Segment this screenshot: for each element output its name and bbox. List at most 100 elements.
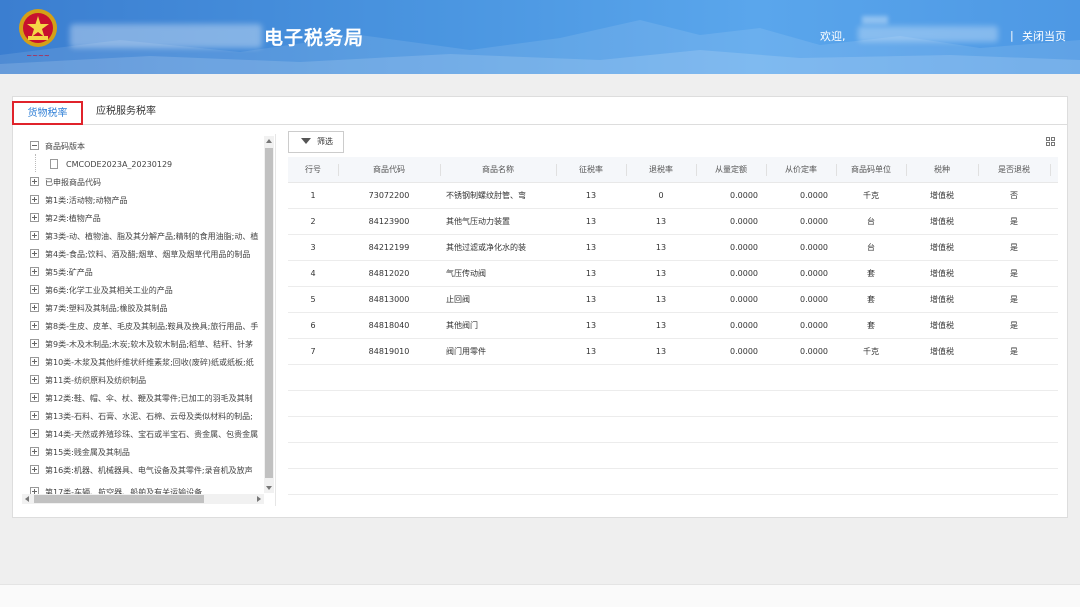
expand-icon[interactable] bbox=[30, 375, 39, 384]
tab-goods-tax-rate[interactable]: 货物税率 bbox=[12, 101, 83, 125]
table-row bbox=[288, 469, 1058, 495]
scroll-up-icon[interactable] bbox=[266, 139, 272, 143]
tree-item-label: 第3类-动、植物油、脂及其分解产品;精制的食用油脂;动、植 bbox=[45, 232, 259, 241]
tax-rate-table: 行号 商品代码 商品名称 征税率 退税率 从量定额 从价定率 商品码单位 税种 … bbox=[288, 157, 1058, 507]
cell-name: 不锈钢制螺纹肘管、弯 bbox=[446, 191, 526, 200]
col-header-line-no[interactable]: 行号 bbox=[288, 157, 338, 183]
tree-item[interactable]: 第13类-石料、石膏、水泥、石棉、云母及类似材料的制品; bbox=[30, 408, 253, 426]
table-row[interactable]: 5 84813000 止回阀 13 13 0.0000 0.0000 套 增值税 是 bbox=[288, 287, 1058, 313]
cell-refund-rate: 0 bbox=[658, 191, 664, 200]
tree-version-node[interactable]: CMCODE2023A_20230129 bbox=[50, 156, 172, 174]
tree-item-label: 第14类-天然或养殖珍珠、宝石或半宝石、贵金属、包贵金属 bbox=[45, 430, 259, 439]
tree-item[interactable]: 第11类-纺织原料及纺织制品 bbox=[30, 372, 146, 390]
tree-root[interactable]: 商品码版本 bbox=[30, 138, 85, 156]
cell-ad-valorem-rate: 0.0000 bbox=[800, 295, 828, 304]
table-row bbox=[288, 443, 1058, 469]
close-page-link[interactable]: 关闭当页 bbox=[1022, 28, 1066, 44]
tree-item-label: 第7类:塑料及其制品;橡胶及其制品 bbox=[45, 304, 168, 313]
scroll-right-icon[interactable] bbox=[257, 496, 261, 502]
scroll-left-icon[interactable] bbox=[25, 496, 29, 502]
table-row[interactable]: 7 84819010 阀门用零件 13 13 0.0000 0.0000 千克 增值税 是 bbox=[288, 339, 1058, 365]
tree-item[interactable]: 第9类-木及木制品;木炭;软木及软木制品;稻草、秸秆、针茅 bbox=[30, 336, 253, 354]
col-header-refund-rate[interactable]: 退税率 bbox=[626, 157, 696, 183]
scrollbar-thumb[interactable] bbox=[34, 495, 204, 503]
expand-icon[interactable] bbox=[30, 195, 39, 204]
table-row[interactable]: 6 84818040 其他阀门 13 13 0.0000 0.0000 套 增值税 是 bbox=[288, 313, 1058, 339]
expand-icon[interactable] bbox=[30, 357, 39, 366]
cell-unit: 千克 bbox=[863, 191, 879, 200]
tree-item[interactable]: 第7类:塑料及其制品;橡胶及其制品 bbox=[30, 300, 167, 318]
redacted-bureau-name bbox=[70, 24, 262, 48]
col-header-specific-quota[interactable]: 从量定额 bbox=[696, 157, 766, 183]
cell-line-no: 7 bbox=[310, 347, 316, 356]
col-header-ad-valorem-rate[interactable]: 从价定率 bbox=[766, 157, 836, 183]
cell-levy-rate: 13 bbox=[585, 347, 597, 356]
tree-item[interactable]: 第15类:贱金属及其制品 bbox=[30, 444, 130, 462]
expand-icon[interactable] bbox=[30, 411, 39, 420]
tree-item[interactable]: 第12类:鞋、帽、伞、杖、鞭及其零件;已加工的羽毛及其制 bbox=[30, 390, 253, 408]
col-header-name[interactable]: 商品名称 bbox=[440, 157, 556, 183]
tree-item[interactable]: 第4类-食品;饮料、酒及醋;烟草、烟草及烟草代用品的制品 bbox=[30, 246, 250, 264]
cell-levy-rate: 13 bbox=[585, 295, 597, 304]
tree-item[interactable]: 第10类-木浆及其他纤维状纤维素浆;回收(废碎)纸或纸板;纸 bbox=[30, 354, 254, 372]
expand-icon[interactable] bbox=[30, 465, 39, 474]
expand-icon[interactable] bbox=[30, 429, 39, 438]
cell-is-refund: 是 bbox=[1010, 217, 1018, 226]
funnel-icon bbox=[301, 137, 311, 144]
cell-line-no: 2 bbox=[310, 217, 316, 226]
cell-tax-type: 增值税 bbox=[930, 217, 954, 226]
collapse-icon[interactable] bbox=[30, 141, 39, 150]
expand-icon[interactable] bbox=[30, 285, 39, 294]
tree-item-label: 第6类:化学工业及其相关工业的产品 bbox=[45, 286, 173, 295]
tab-service-tax-rate[interactable]: 应税服务税率 bbox=[86, 101, 166, 125]
table-row[interactable]: 4 84812020 气压传动阀 13 13 0.0000 0.0000 套 增值税 是 bbox=[288, 261, 1058, 287]
cell-name: 气压传动阀 bbox=[446, 269, 486, 278]
table-row[interactable]: 1 73072200 不锈钢制螺纹肘管、弯 13 0 0.0000 0.0000 千克 增值税 否 bbox=[288, 183, 1058, 209]
tree-item[interactable]: 已申报商品代码 bbox=[30, 174, 101, 192]
expand-icon[interactable] bbox=[30, 249, 39, 258]
expand-icon[interactable] bbox=[30, 213, 39, 222]
tree-item[interactable]: 第3类-动、植物油、脂及其分解产品;精制的食用油脂;动、植 bbox=[30, 228, 258, 246]
tree-item[interactable]: 第16类:机器、机械器具、电气设备及其零件;录音机及放声 bbox=[30, 462, 253, 480]
expand-icon[interactable] bbox=[30, 393, 39, 402]
cell-unit: 套 bbox=[867, 295, 875, 304]
col-header-unit[interactable]: 商品码单位 bbox=[836, 157, 906, 183]
cell-is-refund: 是 bbox=[1010, 243, 1018, 252]
expand-icon[interactable] bbox=[30, 339, 39, 348]
expand-icon[interactable] bbox=[30, 267, 39, 276]
cell-refund-rate: 13 bbox=[655, 243, 667, 252]
table-row bbox=[288, 391, 1058, 417]
cell-code: 84819010 bbox=[368, 347, 410, 356]
cell-is-refund: 是 bbox=[1010, 269, 1018, 278]
tree-horizontal-scrollbar[interactable] bbox=[22, 494, 264, 504]
expand-icon[interactable] bbox=[30, 303, 39, 312]
tree-item[interactable]: 第1类:活动物;动物产品 bbox=[30, 192, 127, 210]
scroll-down-icon[interactable] bbox=[266, 486, 272, 490]
scrollbar-thumb[interactable] bbox=[265, 148, 273, 478]
tree-item[interactable]: 第6类:化学工业及其相关工业的产品 bbox=[30, 282, 173, 300]
tree-item[interactable]: 第2类:植物产品 bbox=[30, 210, 101, 228]
col-header-tax-type[interactable]: 税种 bbox=[906, 157, 978, 183]
col-header-code[interactable]: 商品代码 bbox=[338, 157, 440, 183]
expand-icon[interactable] bbox=[30, 321, 39, 330]
tree-item[interactable]: 第14类-天然或养殖珍珠、宝石或半宝石、贵金属、包贵金属 bbox=[30, 426, 258, 444]
expand-icon[interactable] bbox=[30, 231, 39, 240]
cell-refund-rate: 13 bbox=[655, 321, 667, 330]
expand-icon[interactable] bbox=[30, 447, 39, 456]
col-header-is-refund[interactable]: 是否退税 bbox=[978, 157, 1050, 183]
tree-item[interactable]: 第8类-生皮、皮革、毛皮及其制品;鞍具及挽具;旅行用品、手 bbox=[30, 318, 258, 336]
cell-tax-type: 增值税 bbox=[930, 295, 954, 304]
svg-text:~~~~: ~~~~ bbox=[26, 52, 50, 60]
col-header-levy-rate[interactable]: 征税率 bbox=[556, 157, 626, 183]
grid-icon[interactable] bbox=[1046, 137, 1056, 147]
tab-divider bbox=[12, 124, 1068, 125]
cell-line-no: 5 bbox=[310, 295, 316, 304]
cell-specific-quota: 0.0000 bbox=[730, 191, 758, 200]
tree-vertical-scrollbar[interactable] bbox=[264, 136, 274, 493]
tree-item[interactable]: 第5类:矿产品 bbox=[30, 264, 93, 282]
expand-icon[interactable] bbox=[30, 177, 39, 186]
filter-button[interactable]: 筛选 bbox=[288, 131, 344, 153]
table-row bbox=[288, 417, 1058, 443]
table-row[interactable]: 3 84212199 其他过滤或净化水的装 13 13 0.0000 0.0000 台 增值税 是 bbox=[288, 235, 1058, 261]
table-row[interactable]: 2 84123900 其他气压动力装置 13 13 0.0000 0.0000 台 增值税 是 bbox=[288, 209, 1058, 235]
